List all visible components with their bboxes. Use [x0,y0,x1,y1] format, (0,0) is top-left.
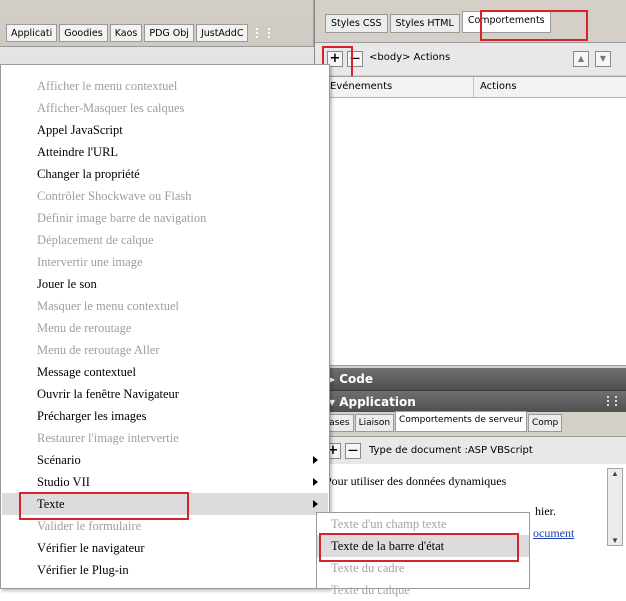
menu-item-label: Contrôler Shockwave ou Flash [37,189,192,203]
menu-item-label: Restaurer l'image intervertie [37,431,179,445]
menu-item-definir-image-barre[interactable]: Définir image barre de navigation [2,207,328,229]
menu-item-label: Menu de reroutage [37,321,132,335]
behaviors-table-header: Evénements Actions [324,77,626,98]
menu-item-label: Précharger les images [37,409,147,423]
tab-components[interactable]: Comp [527,414,563,432]
menu-item-studio-vii[interactable]: Studio VII [2,471,328,493]
menu-item-label: Vérifier le Plug-in [37,563,129,577]
menu-item-label: Scénario [37,453,81,467]
tab-goodies[interactable]: Goodies [59,24,108,42]
submenu-arrow-icon [313,456,318,464]
menu-item-label: Afficher-Masquer les calques [37,101,185,115]
dynamic-data-instructions: Pour utiliser des données dynamiques [325,474,507,488]
menu-item-menu-reroutage-aller[interactable]: Menu de reroutage Aller [2,339,328,361]
menu-item-changer-propriete[interactable]: Changer la propriété [2,163,328,185]
tab-comportements[interactable]: Comportements [461,11,551,33]
menu-item-label: Définir image barre de navigation [37,211,207,225]
tab-styles-html[interactable]: Styles HTML [389,14,460,33]
tab-kaos[interactable]: Kaos [109,24,143,42]
submenu-item-label: Texte du calque [331,583,410,597]
menu-item-label: Atteindre l'URL [37,145,119,159]
menu-item-restaurer-image[interactable]: Restaurer l'image intervertie [2,427,328,449]
tab-applications[interactable]: Applicati [6,24,58,42]
menu-item-label: Intervertir une image [37,255,143,269]
menu-item-masquer-menu-contextuel[interactable]: Masquer le menu contextuel [2,295,328,317]
menu-item-label: Message contextuel [37,365,136,379]
menu-item-intervertir-image[interactable]: Intervertir une image [2,251,328,273]
texte-submenu: Texte d'un champ texte Texte de la barre… [316,512,530,597]
scroll-up-icon[interactable]: ▲ [608,469,622,478]
menu-item-controler-shockwave[interactable]: Contrôler Shockwave ou Flash [2,185,328,207]
panel-options-icon[interactable] [607,396,617,406]
menu-item-afficher-masquer-calques[interactable]: Afficher-Masquer les calques [2,97,328,119]
behaviors-table[interactable]: Evénements Actions [323,76,626,366]
menu-item-menu-reroutage[interactable]: Menu de reroutage [2,317,328,339]
content-scrollbar[interactable]: ▲ ▼ [607,468,623,546]
server-behaviors-toolbar: + — Type de document :ASP VBScript [315,436,626,465]
submenu-item-texte-barre-etat[interactable]: Texte de la barre d'état [317,535,529,557]
remove-server-behavior-button[interactable]: — [345,443,361,459]
behaviors-context-menu: Afficher le menu contextuel Afficher-Mas… [0,64,330,589]
remove-behavior-button[interactable]: — [347,51,363,67]
tab-justaddcontent[interactable]: JustAddC [195,24,249,42]
scroll-down-icon[interactable]: ▼ [608,536,622,545]
menu-item-label: Valider le formulaire [37,519,142,533]
application-panel-tabs: Bases Liaison Comportements de serveur C… [319,411,563,432]
left-panel-tabs: Applicati Goodies Kaos PDG Obj JustAddC [6,24,271,42]
behaviors-toolbar: + — <body> Actions ▲ ▼ [315,42,626,75]
menu-item-label: Appel JavaScript [37,123,123,137]
instructions-tail: hier. [535,504,556,518]
menu-item-label: Menu de reroutage Aller [37,343,160,357]
move-down-icon[interactable]: ▼ [595,51,611,67]
menu-item-label: Texte [37,497,65,511]
menu-item-afficher-menu-contextuel[interactable]: Afficher le menu contextuel [2,75,328,97]
submenu-item-label: Texte d'un champ texte [331,517,447,531]
submenu-item-texte-cadre[interactable]: Texte du cadre [317,557,529,579]
move-up-icon[interactable]: ▲ [573,51,589,67]
col-events[interactable]: Evénements [324,77,474,97]
menu-item-precharger-images[interactable]: Précharger les images [2,405,328,427]
menu-item-verifier-plugin[interactable]: Vérifier le Plug-in [2,559,328,581]
menu-item-label: Vérifier le navigateur [37,541,145,555]
submenu-item-texte-calque[interactable]: Texte du calque [317,579,529,601]
menu-item-verifier-navigateur[interactable]: Vérifier le navigateur [2,537,328,559]
submenu-arrow-icon [313,478,318,486]
menu-item-scenario[interactable]: Scénario [2,449,328,471]
document-type-label: Type de document :ASP VBScript [369,445,533,456]
submenu-item-texte-champ[interactable]: Texte d'un champ texte [317,513,529,535]
menu-item-label: Studio VII [37,475,90,489]
behavior-target-label: <body> Actions [369,52,451,63]
code-panel-header[interactable]: ▸ Code [315,368,626,390]
menu-item-ouvrir-fenetre-navigateur[interactable]: Ouvrir la fenêtre Navigateur [2,383,328,405]
tab-server-behaviors[interactable]: Comportements de serveur [395,411,527,432]
application-panel-header[interactable]: ▾ Application [315,390,626,412]
right-panel-group: Styles CSS Styles HTML Comportements + —… [314,0,626,589]
tab-pdg-objects[interactable]: PDG Obj [144,24,194,42]
menu-item-label: Changer la propriété [37,167,140,181]
document-link[interactable]: ocument [533,526,574,541]
menu-item-atteindre-url[interactable]: Atteindre l'URL [2,141,328,163]
submenu-item-label: Texte du cadre [331,561,405,575]
tab-styles-css[interactable]: Styles CSS [325,14,388,33]
menu-item-jouer-son[interactable]: Jouer le son [2,273,328,295]
menu-item-label: Jouer le son [37,277,97,291]
menu-item-deplacement-calque[interactable]: Déplacement de calque [2,229,328,251]
submenu-arrow-icon [313,500,318,508]
menu-item-appel-javascript[interactable]: Appel JavaScript [2,119,328,141]
panel-grip-icon[interactable] [256,28,271,38]
menu-item-label: Ouvrir la fenêtre Navigateur [37,387,179,401]
css-panel-tabs: Styles CSS Styles HTML Comportements [325,11,551,33]
menu-item-label: Afficher le menu contextuel [37,79,178,93]
menu-item-message-contextuel[interactable]: Message contextuel [2,361,328,383]
menu-item-label: Déplacement de calque [37,233,154,247]
submenu-item-label: Texte de la barre d'état [331,539,445,553]
tab-liaison[interactable]: Liaison [354,414,395,432]
menu-item-label: Masquer le menu contextuel [37,299,179,313]
menu-item-texte[interactable]: Texte [2,493,328,515]
menu-item-valider-formulaire[interactable]: Valider le formulaire [2,515,328,537]
col-actions[interactable]: Actions [474,77,624,97]
